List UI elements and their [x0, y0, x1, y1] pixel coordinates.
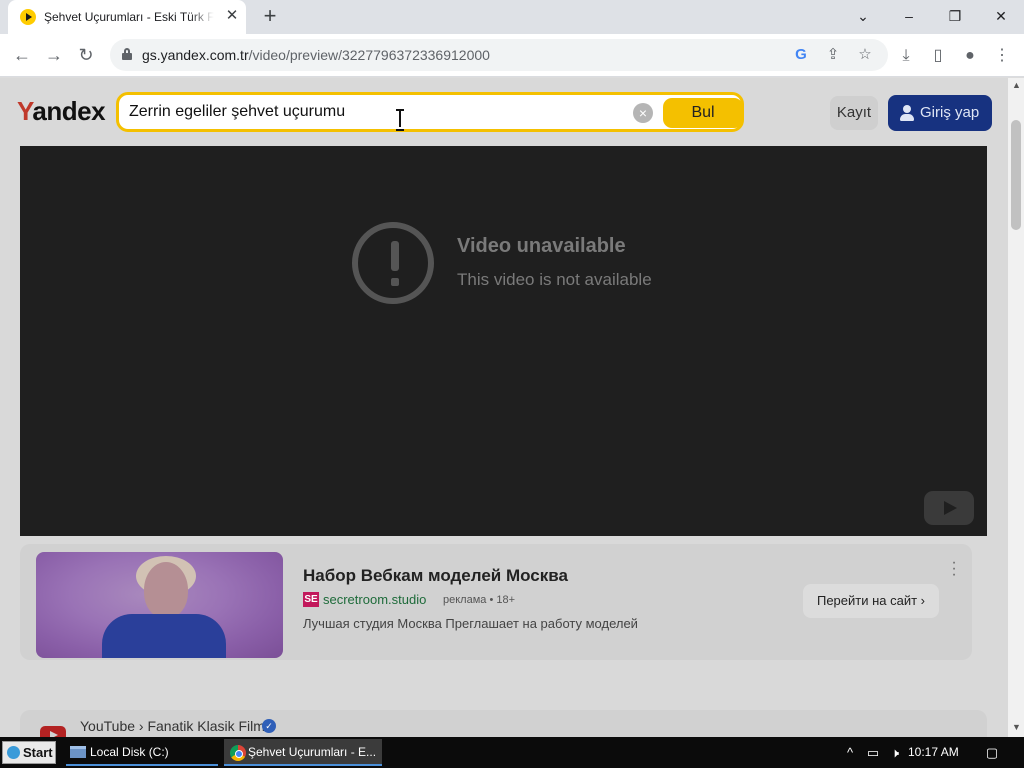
scroll-down-arrow-icon[interactable]: ▼: [1012, 722, 1021, 732]
yandex-header: Yandex × Bul Kayıt Giriş yap: [0, 78, 1008, 146]
search-result[interactable]: YouTube › Fanatik Klasik Film ✓: [20, 710, 987, 737]
chrome-icon: [230, 745, 246, 761]
start-button[interactable]: Start: [2, 741, 56, 764]
ad-meta: реклама • 18+: [443, 594, 516, 606]
ad-image[interactable]: [36, 552, 283, 658]
share-icon[interactable]: ⇪: [822, 44, 844, 66]
google-lens-icon[interactable]: G: [790, 44, 812, 66]
tab-strip: Şehvet Uçurumları - Eski Türk Film ✕ + ⌄…: [0, 0, 1024, 34]
user-icon: [900, 105, 914, 121]
close-window-button[interactable]: ✕: [978, 0, 1024, 34]
mouse-text-cursor-icon: [396, 109, 404, 131]
result-source[interactable]: YouTube › Fanatik Klasik Film: [80, 718, 265, 734]
taskbar-item-local-disk[interactable]: Local Disk (C:): [66, 739, 218, 766]
video-player[interactable]: Video unavailable This video is not avai…: [20, 146, 987, 536]
ad-card[interactable]: Набор Вебкам моделей Москва SE secretroo…: [20, 544, 972, 660]
folder-icon: [70, 746, 86, 758]
url-path: /video/preview/3227796372336912000: [248, 47, 490, 63]
ad-visit-site-button[interactable]: Перейти на сайт ›: [803, 584, 939, 618]
volume-muted-icon[interactable]: 🕨: [886, 737, 904, 768]
clear-search-icon[interactable]: ×: [633, 103, 653, 123]
login-button-label: Giriş yap: [920, 104, 980, 121]
taskbar-item-label: Local Disk (C:): [90, 745, 169, 759]
ad-domain[interactable]: secretroom.studio: [323, 592, 426, 607]
restore-button[interactable]: ❐: [932, 0, 978, 34]
lock-icon: [122, 48, 132, 60]
verified-check-icon: ✓: [262, 719, 276, 733]
side-panel-icon[interactable]: ▯: [926, 44, 950, 68]
yandex-video-favicon-icon: [20, 9, 36, 25]
menu-dots-icon[interactable]: ⋮: [990, 44, 1014, 68]
warning-icon: [352, 222, 434, 304]
address-bar[interactable]: gs.yandex.com.tr/video/preview/322779637…: [110, 39, 888, 71]
tray-expand-icon[interactable]: ^: [842, 737, 858, 768]
search-input[interactable]: [129, 103, 629, 121]
ad-favicon-badge: SE: [303, 592, 319, 607]
search-button[interactable]: Bul: [663, 98, 743, 128]
tab-title: Şehvet Uçurumları - Eski Türk Film: [44, 10, 214, 24]
browser-toolbar: ← → ↻ gs.yandex.com.tr/video/preview/322…: [0, 34, 1024, 77]
url-text[interactable]: gs.yandex.com.tr/video/preview/322779637…: [142, 47, 490, 63]
ad-title[interactable]: Набор Вебкам моделей Москва: [303, 566, 568, 586]
youtube-favicon-icon: [40, 726, 66, 737]
yandex-logo[interactable]: Yandex: [17, 96, 106, 127]
register-button[interactable]: Kayıt: [830, 96, 878, 130]
taskbar-item-label: Şehvet Uçurumları - E...: [248, 745, 377, 759]
error-title: Video unavailable: [457, 235, 626, 257]
start-icon: [7, 746, 20, 759]
forward-arrow-icon[interactable]: →: [40, 41, 68, 69]
new-tab-button[interactable]: +: [258, 5, 282, 29]
reload-icon[interactable]: ↻: [72, 41, 100, 69]
tab-close-icon[interactable]: ✕: [223, 7, 241, 25]
start-label: Start: [23, 745, 53, 760]
download-icon[interactable]: ⤓: [894, 44, 918, 68]
search-box: × Bul: [116, 92, 744, 132]
url-host: gs.yandex.com.tr: [142, 47, 249, 63]
taskbar-item-chrome[interactable]: Şehvet Uçurumları - E...: [224, 739, 382, 766]
login-button[interactable]: Giriş yap: [888, 95, 992, 131]
taskbar-clock[interactable]: 10:17 AM: [908, 737, 959, 768]
notifications-icon[interactable]: ▢: [982, 737, 1002, 768]
network-icon[interactable]: ▭: [864, 737, 882, 768]
tab-search-dropdown-icon[interactable]: ⌄: [840, 0, 886, 34]
page-viewport: Yandex × Bul Kayıt Giriş yap Video unava…: [0, 78, 1008, 737]
error-subtitle: This video is not available: [457, 270, 652, 289]
back-arrow-icon[interactable]: ←: [8, 41, 36, 69]
browser-tab[interactable]: Şehvet Uçurumları - Eski Türk Film ✕: [8, 0, 246, 34]
youtube-play-icon[interactable]: [924, 491, 974, 525]
scroll-up-arrow-icon[interactable]: ▲: [1012, 80, 1021, 90]
profile-icon[interactable]: ●: [958, 44, 982, 68]
ad-description: Лучшая студия Москва Преглашает на работ…: [303, 616, 638, 631]
more-options-icon[interactable]: · · ·: [948, 555, 960, 583]
taskbar: Start Local Disk (C:) Şehvet Uçurumları …: [0, 737, 1024, 768]
scroll-thumb[interactable]: [1011, 120, 1021, 230]
page-scrollbar[interactable]: ▲ ▼: [1008, 78, 1024, 737]
bookmark-star-icon[interactable]: ☆: [854, 44, 876, 66]
minimize-button[interactable]: –: [886, 0, 932, 34]
